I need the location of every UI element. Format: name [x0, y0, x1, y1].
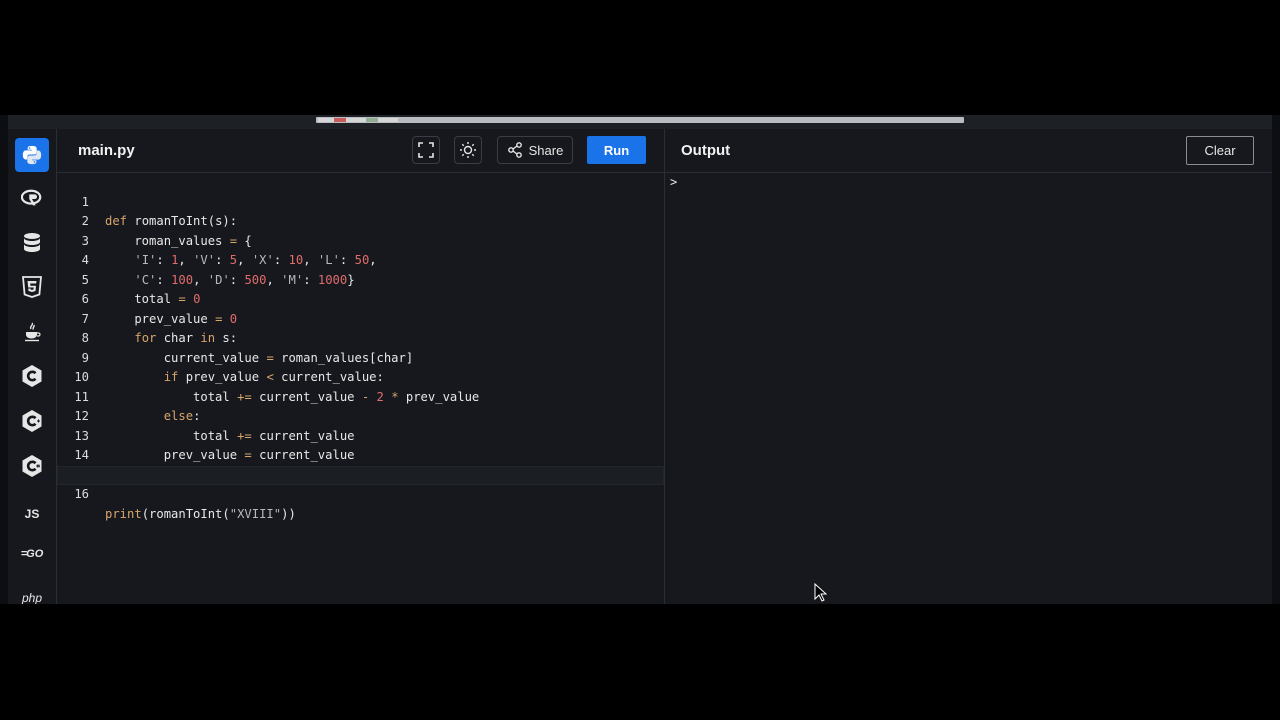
language-html[interactable] — [15, 270, 49, 304]
output-prompt: > — [670, 175, 678, 189]
panel-splitter[interactable] — [664, 129, 665, 604]
c-icon — [22, 365, 42, 387]
csharp-icon — [22, 455, 42, 477]
code-line-current: 16 print(romanToInt("XVIII")) — [57, 465, 664, 521]
code-line: 13 prev_value = current_value — [57, 407, 664, 463]
code-line: 4 'C': 100, 'D': 500, 'M': 1000} — [57, 232, 664, 287]
python-icon — [22, 145, 42, 165]
go-icon: =GO — [20, 548, 44, 560]
line-number: 16 — [74, 487, 89, 501]
code-line: 5 total = 0 — [57, 251, 664, 307]
run-button[interactable]: Run — [587, 136, 646, 164]
share-label: Share — [528, 142, 564, 158]
fullscreen-button[interactable] — [412, 136, 440, 164]
output-title: Output — [681, 142, 731, 159]
html5-icon — [22, 276, 42, 298]
mouse-pointer-icon — [814, 583, 828, 602]
file-tab-main[interactable]: main.py — [78, 142, 135, 159]
code-line: 2 roman_values = { — [57, 193, 664, 248]
language-python[interactable] — [15, 138, 49, 172]
language-csharp[interactable] — [15, 449, 49, 483]
clear-button[interactable]: Clear — [1186, 136, 1254, 165]
code-line: 8 current_value = roman_values[char] — [57, 310, 664, 365]
compiler-app: JS =GO php main.py Share Run 1 def roman… — [8, 129, 1272, 604]
language-sql[interactable] — [15, 226, 49, 260]
database-icon — [24, 233, 40, 252]
fullscreen-icon — [418, 142, 434, 158]
language-sidebar: JS =GO php — [8, 129, 57, 604]
code-line: 14 return total — [57, 427, 664, 482]
java-icon — [25, 322, 41, 342]
language-javascript[interactable]: JS — [15, 497, 49, 531]
language-go[interactable]: =GO — [15, 537, 49, 571]
code-line: 6 prev_value = 0 — [57, 271, 664, 326]
code-line: 11 else: — [57, 368, 664, 424]
sun-icon — [460, 142, 476, 158]
language-java[interactable] — [15, 315, 49, 349]
share-button[interactable]: Share — [497, 136, 573, 164]
language-cpp[interactable] — [15, 404, 49, 438]
editor-header: main.py Share Run — [57, 129, 664, 173]
language-c[interactable] — [15, 359, 49, 393]
code-line: 1 def romanToInt(s): — [57, 173, 664, 229]
theme-toggle-button[interactable] — [454, 136, 482, 164]
left-edge — [0, 115, 8, 604]
right-edge — [1272, 115, 1280, 604]
code-line: 7 for char in s: — [57, 290, 664, 346]
code-text: print(romanToInt("XVIII")) — [105, 506, 296, 521]
cpp-icon — [22, 410, 42, 432]
code-line: 15 — [57, 446, 664, 482]
r-icon — [21, 189, 42, 206]
share-icon — [507, 142, 522, 158]
code-line: 10 total += current_value - 2 * prev_val… — [57, 349, 664, 404]
browser-scrollbar[interactable] — [0, 115, 1280, 129]
language-php[interactable]: php — [15, 581, 49, 604]
code-editor[interactable]: 1 def romanToInt(s): 2 roman_values = { … — [57, 173, 664, 604]
scrollbar-thumb[interactable] — [316, 117, 964, 123]
language-r[interactable] — [15, 182, 49, 216]
js-icon: JS — [24, 507, 40, 521]
code-line: 3 'I': 1, 'V': 5, 'X': 10, 'L': 50, — [57, 212, 664, 268]
php-icon: php — [21, 591, 43, 604]
output-header: Output Clear — [665, 129, 1272, 173]
code-line: 9 if prev_value < current_value: — [57, 329, 664, 385]
code-line: 12 total += current_value — [57, 388, 664, 443]
